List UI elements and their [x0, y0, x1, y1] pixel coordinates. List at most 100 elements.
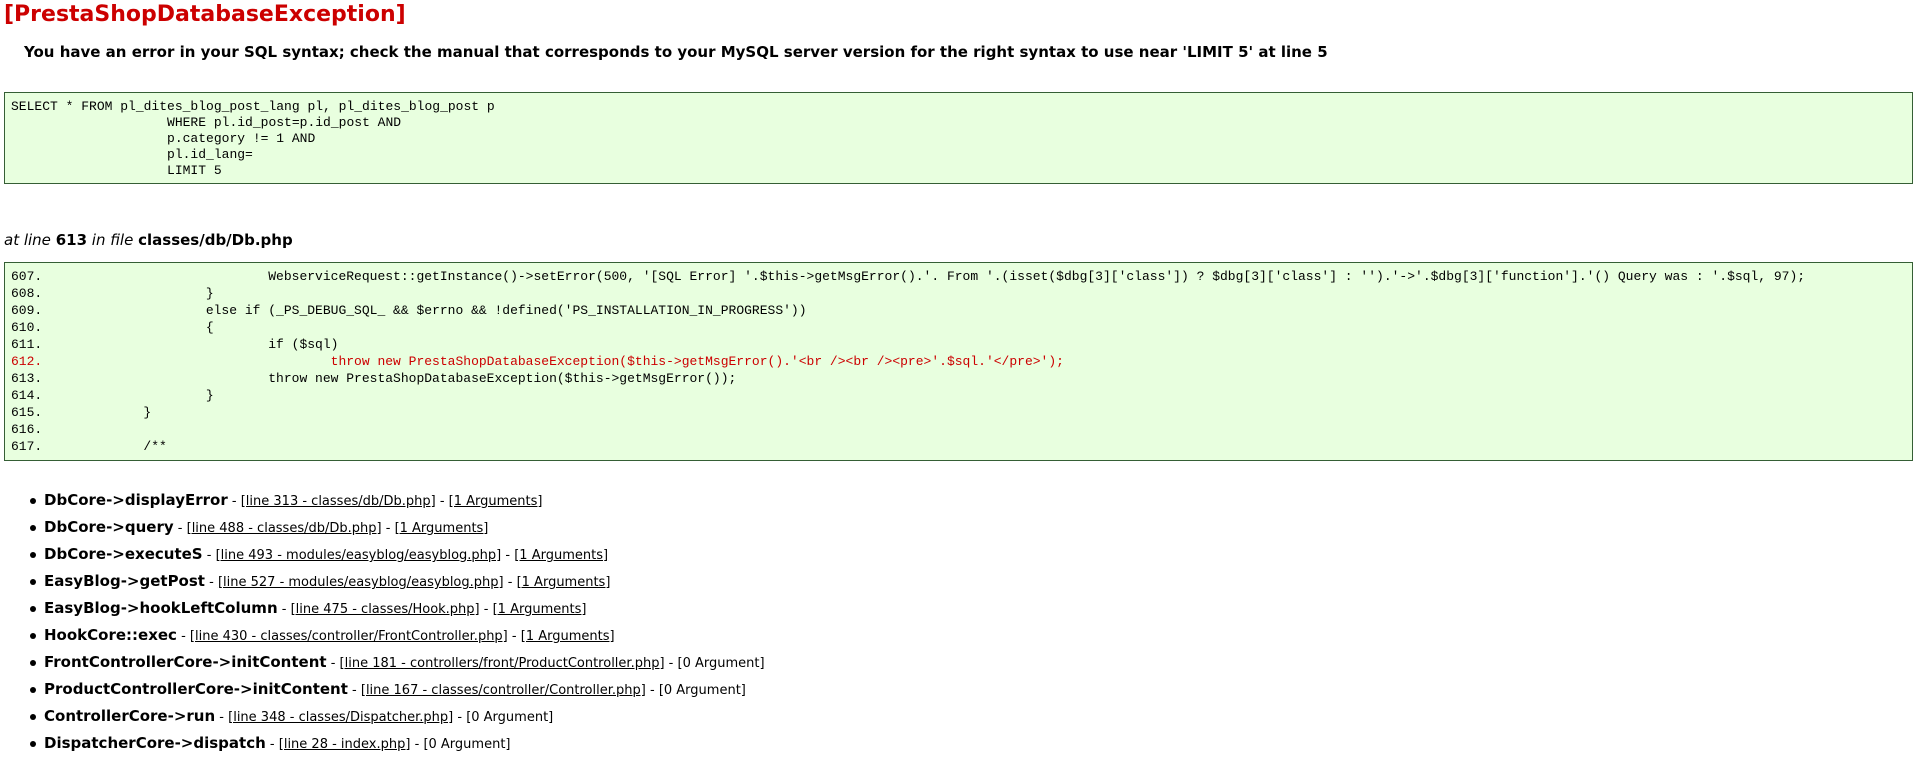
- trace-file-link[interactable]: [line 493 - modules/easyblog/easyblog.ph…: [216, 548, 502, 563]
- code-line-text: {: [81, 320, 214, 335]
- trace-arguments-link[interactable]: [1 Arguments]: [395, 521, 489, 536]
- trace-separator: -: [668, 656, 674, 671]
- trace-arguments-link[interactable]: [1 Arguments]: [521, 629, 615, 644]
- code-line-number: 611.: [11, 337, 43, 352]
- trace-arguments-link[interactable]: [1 Arguments]: [517, 575, 611, 590]
- trace-separator: -: [457, 710, 463, 725]
- trace-file-link[interactable]: [line 348 - classes/Dispatcher.php]: [228, 710, 453, 725]
- trace-function-name: HookCore::exec: [44, 626, 177, 644]
- stack-trace-item: DbCore->executeS - [line 493 - modules/e…: [0, 544, 765, 571]
- code-line-number: 609.: [11, 303, 43, 318]
- trace-separator: -: [414, 737, 420, 752]
- trace-separator: -: [206, 548, 212, 563]
- code-line-number: 614.: [11, 388, 43, 403]
- location-line: 613: [55, 231, 88, 249]
- code-line-text: }: [81, 388, 214, 403]
- code-line: 614. }: [11, 387, 1906, 404]
- stack-trace-item: DbCore->query - [line 488 - classes/db/D…: [0, 517, 765, 544]
- sql-query-text: SELECT * FROM pl_dites_blog_post_lang pl…: [11, 99, 495, 178]
- code-line-text: if ($sql): [81, 337, 339, 352]
- trace-function-name: EasyBlog->getPost: [44, 572, 205, 590]
- code-line-number: 615.: [11, 405, 43, 420]
- code-line: 608. }: [11, 285, 1906, 302]
- location-prefix: at line: [4, 231, 51, 249]
- trace-file-link[interactable]: [line 527 - modules/easyblog/easyblog.ph…: [218, 575, 504, 590]
- trace-separator: -: [177, 521, 183, 536]
- trace-separator: -: [385, 521, 391, 536]
- code-line-number: 608.: [11, 286, 43, 301]
- code-line-number: 607.: [11, 269, 43, 284]
- code-line-text: /**: [81, 439, 167, 454]
- trace-arguments-link[interactable]: [1 Arguments]: [514, 548, 608, 563]
- code-line-number: 617.: [11, 439, 43, 454]
- stack-trace-item: ControllerCore->run - [line 348 - classe…: [0, 706, 765, 733]
- code-line-text: }: [81, 286, 214, 301]
- trace-file-link[interactable]: [line 475 - classes/Hook.php]: [291, 602, 480, 617]
- trace-function-name: ControllerCore->run: [44, 707, 216, 725]
- code-line: 607. WebserviceRequest::getInstance()->s…: [11, 268, 1906, 285]
- trace-arguments-link[interactable]: [1 Arguments]: [449, 494, 543, 509]
- trace-function-name: EasyBlog->hookLeftColumn: [44, 599, 278, 617]
- trace-file-link[interactable]: [line 430 - classes/controller/FrontCont…: [190, 629, 508, 644]
- trace-separator: -: [181, 629, 186, 644]
- trace-file-link[interactable]: [line 488 - classes/db/Db.php]: [187, 521, 382, 536]
- trace-function-name: DispatcherCore->dispatch: [44, 734, 266, 752]
- code-line-text: }: [81, 405, 152, 420]
- trace-separator: -: [439, 494, 445, 509]
- trace-function-name: ProductControllerCore->initContent: [44, 680, 348, 698]
- trace-separator: -: [219, 710, 224, 725]
- trace-arguments-text: [0 Argument]: [677, 656, 765, 671]
- trace-separator: -: [505, 548, 511, 563]
- trace-function-name: DbCore->displayError: [44, 491, 228, 509]
- trace-arguments-text: [0 Argument]: [423, 737, 511, 752]
- code-line: 616.: [11, 421, 1906, 438]
- code-line: 615. }: [11, 404, 1906, 421]
- trace-file-link[interactable]: [line 28 - index.php]: [279, 737, 411, 752]
- stack-trace-item: EasyBlog->hookLeftColumn - [line 475 - c…: [0, 598, 765, 625]
- code-line-text: throw new PrestaShopDatabaseException($t…: [81, 354, 1064, 369]
- code-line: 613. throw new PrestaShopDatabaseExcepti…: [11, 370, 1906, 387]
- code-line-number: 616.: [11, 422, 43, 437]
- trace-separator: -: [209, 575, 214, 590]
- stack-trace-item: DispatcherCore->dispatch - [line 28 - in…: [0, 733, 765, 760]
- code-line-number: 610.: [11, 320, 43, 335]
- trace-separator: -: [231, 494, 237, 509]
- stack-trace-item: ProductControllerCore->initContent - [li…: [0, 679, 765, 706]
- code-line-number: 612.: [11, 354, 43, 369]
- trace-separator: -: [511, 629, 517, 644]
- trace-function-name: DbCore->executeS: [44, 545, 203, 563]
- trace-arguments-text: [0 Argument]: [658, 683, 746, 698]
- trace-separator: -: [352, 683, 357, 698]
- location-in-file: in file: [91, 231, 134, 249]
- code-line: 609. else if (_PS_DEBUG_SQL_ && $errno &…: [11, 302, 1906, 319]
- stack-trace-item: HookCore::exec - [line 430 - classes/con…: [0, 625, 765, 652]
- code-line: 611. if ($sql): [11, 336, 1906, 353]
- trace-arguments-text: [0 Argument]: [466, 710, 554, 725]
- code-line-text: WebserviceRequest::getInstance()->setErr…: [81, 269, 1806, 284]
- trace-separator: -: [483, 602, 489, 617]
- trace-file-link[interactable]: [line 181 - controllers/front/ProductCon…: [340, 656, 665, 671]
- code-line-highlighted: 612. throw new PrestaShopDatabaseExcepti…: [11, 353, 1906, 370]
- code-line-number: 613.: [11, 371, 43, 386]
- stack-trace: DbCore->displayError - [line 313 - class…: [0, 490, 765, 760]
- error-title: [PrestaShopDatabaseException]: [4, 2, 406, 27]
- trace-separator: -: [269, 737, 275, 752]
- code-line-text: else if (_PS_DEBUG_SQL_ && $errno && !de…: [81, 303, 807, 318]
- code-line: 617. /**: [11, 438, 1906, 455]
- trace-separator: -: [330, 656, 336, 671]
- source-code-box: 607. WebserviceRequest::getInstance()->s…: [4, 262, 1913, 461]
- trace-file-link[interactable]: [line 313 - classes/db/Db.php]: [241, 494, 436, 509]
- code-line: 610. {: [11, 319, 1906, 336]
- trace-separator: -: [649, 683, 655, 698]
- sql-query-box: SELECT * FROM pl_dites_blog_post_lang pl…: [4, 92, 1913, 184]
- error-message: You have an error in your SQL syntax; ch…: [24, 43, 1328, 61]
- stack-trace-item: EasyBlog->getPost - [line 527 - modules/…: [0, 571, 765, 598]
- code-line-text: throw new PrestaShopDatabaseException($t…: [81, 371, 737, 386]
- trace-file-link[interactable]: [line 167 - classes/controller/Controlle…: [361, 683, 646, 698]
- trace-function-name: DbCore->query: [44, 518, 174, 536]
- stack-trace-item: FrontControllerCore->initContent - [line…: [0, 652, 765, 679]
- location-file: classes/db/Db.php: [138, 231, 293, 249]
- trace-arguments-link[interactable]: [1 Arguments]: [493, 602, 587, 617]
- trace-separator: -: [281, 602, 287, 617]
- trace-function-name: FrontControllerCore->initContent: [44, 653, 327, 671]
